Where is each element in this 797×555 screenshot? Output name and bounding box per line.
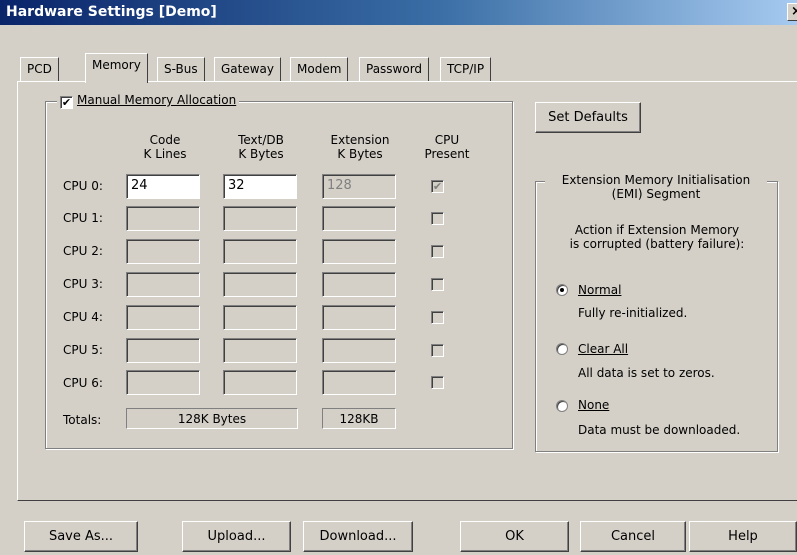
tab-s-bus[interactable]: S-Bus — [157, 57, 205, 81]
col-header-text: Text/DB K Bytes — [238, 133, 284, 161]
cpu-0-code-input[interactable]: 24 — [126, 174, 200, 199]
tab-pcd[interactable]: PCD — [20, 57, 59, 81]
upload-button[interactable]: Upload... — [182, 521, 291, 552]
cpu-0-label: CPU 0: — [63, 179, 103, 193]
ok-button[interactable]: OK — [460, 521, 569, 552]
cpu-2-label: CPU 2: — [63, 244, 103, 258]
set-defaults-label: Set Defaults — [548, 110, 628, 125]
cpu-6-present-checkbox[interactable] — [431, 376, 444, 389]
cpu-3-text-input[interactable] — [223, 272, 297, 297]
radio-clear-all-button[interactable] — [556, 343, 568, 355]
save-as-button[interactable]: Save As... — [24, 521, 138, 552]
cpu-1-label: CPU 1: — [63, 211, 103, 225]
cpu-1-code-input[interactable] — [126, 206, 200, 231]
cpu-5-code-input[interactable] — [126, 338, 200, 363]
radio-clear-all-desc: All data is set to zeros. — [578, 366, 715, 380]
help-button[interactable]: Help — [689, 521, 797, 552]
manual-memory-legend[interactable]: ✔ Manual Memory Allocation — [57, 93, 240, 109]
cpu-1-ext-input[interactable] — [322, 206, 396, 231]
manual-memory-checkbox[interactable]: ✔ — [60, 96, 73, 109]
cpu-2-ext-input[interactable] — [322, 239, 396, 264]
cpu-3-ext-input[interactable] — [322, 272, 396, 297]
cpu-3-present-checkbox[interactable] — [431, 278, 444, 291]
cpu-5-ext-input[interactable] — [322, 338, 396, 363]
cpu-3-label: CPU 3: — [63, 277, 103, 291]
radio-normal-button[interactable] — [556, 284, 568, 296]
cpu-2-present-checkbox[interactable] — [431, 245, 444, 258]
totals-label: Totals: — [63, 413, 102, 427]
col-header-extension: Extension K Bytes — [330, 133, 390, 161]
cpu-2-text-input[interactable] — [223, 239, 297, 264]
radio-none-desc: Data must be downloaded. — [578, 423, 741, 437]
col-header-cpu-present: CPU Present — [424, 133, 470, 161]
tab-gateway[interactable]: Gateway — [214, 57, 282, 81]
tab-password[interactable]: Password — [359, 57, 430, 81]
tab-memory[interactable]: Memory — [85, 53, 148, 83]
cpu-2-code-input[interactable] — [126, 239, 200, 264]
cpu-6-code-input[interactable] — [126, 370, 200, 395]
emi-legend: Extension Memory Initialisation (EMI) Se… — [545, 173, 767, 201]
cpu-6-label: CPU 6: — [63, 376, 103, 390]
cpu-4-present-checkbox[interactable] — [431, 311, 444, 324]
cpu-0-present-checkbox: ✔ — [431, 180, 444, 193]
set-defaults-button[interactable]: Set Defaults — [535, 102, 641, 133]
download-button[interactable]: Download... — [303, 521, 413, 552]
cpu-0-text-input[interactable]: 32 — [223, 174, 297, 199]
radio-none-button[interactable] — [556, 400, 568, 412]
radio-normal-desc: Fully re-initialized. — [578, 306, 688, 320]
tab-modem[interactable]: Modem — [290, 57, 349, 81]
cpu-5-label: CPU 5: — [63, 343, 103, 357]
close-button[interactable]: × — [787, 3, 797, 21]
cpu-4-code-input[interactable] — [126, 305, 200, 330]
tab-tcp-ip[interactable]: TCP/IP — [440, 57, 492, 81]
cpu-4-label: CPU 4: — [63, 310, 103, 324]
cpu-6-text-input[interactable] — [223, 370, 297, 395]
manual-memory-label: Manual Memory Allocation — [77, 93, 237, 107]
totals-bytes-display: 128K Bytes — [126, 408, 298, 429]
window-title: Hardware Settings [Demo] — [6, 4, 217, 20]
radio-normal-label[interactable]: Normal — [578, 283, 621, 297]
cpu-5-present-checkbox[interactable] — [431, 344, 444, 357]
cpu-6-ext-input[interactable] — [322, 370, 396, 395]
cpu-4-ext-input[interactable] — [322, 305, 396, 330]
radio-none-label[interactable]: None — [578, 398, 609, 412]
cpu-3-code-input[interactable] — [126, 272, 200, 297]
radio-clear-all-label[interactable]: Clear All — [578, 342, 628, 356]
cpu-1-text-input[interactable] — [223, 206, 297, 231]
cpu-1-present-checkbox[interactable] — [431, 212, 444, 225]
col-header-code: Code K Lines — [143, 133, 187, 161]
totals-ext-display: 128KB — [322, 408, 396, 429]
close-icon: × — [791, 4, 797, 19]
cpu-0-ext-input: 128 — [322, 174, 396, 199]
cpu-5-text-input[interactable] — [223, 338, 297, 363]
cpu-4-text-input[interactable] — [223, 305, 297, 330]
emi-question: Action if Extension Memory is corrupted … — [569, 223, 745, 251]
window-title-bar: Hardware Settings [Demo] × — [0, 0, 797, 25]
cancel-button[interactable]: Cancel — [580, 521, 686, 552]
